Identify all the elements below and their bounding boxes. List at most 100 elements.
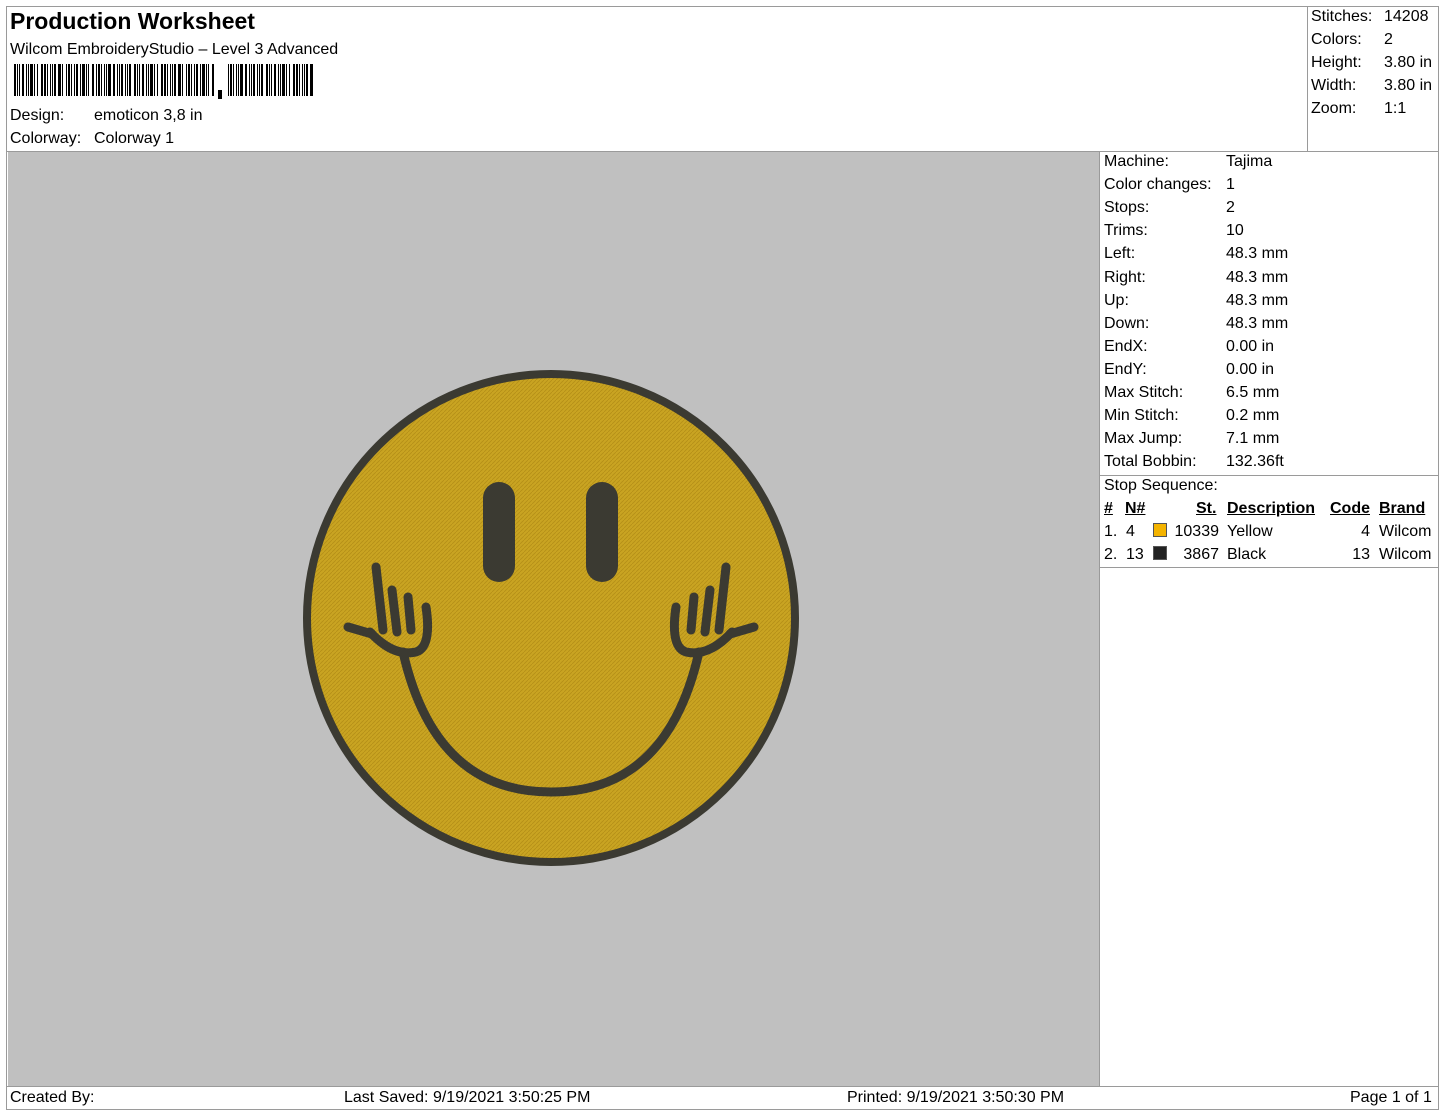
- stat-value: 3.80 in: [1384, 77, 1433, 94]
- stat-value: 1:1: [1384, 100, 1407, 117]
- stat-label: Colors:: [1311, 31, 1362, 48]
- created-by: Created By:: [10, 1089, 95, 1106]
- footer-divider: [6, 1086, 1439, 1087]
- stat-row: Height: 3.80 in: [1311, 54, 1432, 72]
- frame-top: [6, 6, 1439, 7]
- info-row: Down: 48.3 mm: [1104, 315, 1288, 333]
- col-header-code: Code: [1330, 500, 1370, 517]
- info-label: Min Stitch:: [1104, 407, 1179, 425]
- stat-row: Stitches: 14208: [1311, 8, 1429, 26]
- info-label: Down:: [1104, 314, 1150, 332]
- info-value: 10: [1226, 222, 1244, 240]
- stop-cell-st: 3867: [1183, 546, 1219, 563]
- stat-row: Zoom: 1:1: [1311, 100, 1406, 118]
- info-row: Max Stitch: 6.5 mm: [1104, 384, 1279, 402]
- info-value: 1: [1226, 176, 1235, 194]
- left-eye: [483, 482, 515, 582]
- colorway-value: Colorway 1: [94, 130, 175, 147]
- stop-cell-n: 4: [1126, 523, 1135, 540]
- colorway-row: Colorway: Colorway 1: [10, 130, 174, 148]
- frame-right: [1438, 6, 1439, 1110]
- col-header-num: #: [1104, 500, 1113, 517]
- stop-cell-brand: Wilcom: [1379, 523, 1432, 540]
- panel-divider: [1099, 151, 1100, 1087]
- info-value: 132.36ft: [1226, 453, 1284, 471]
- info-value: 6.5 mm: [1226, 384, 1280, 401]
- info-label: Right:: [1104, 268, 1146, 286]
- info-value: 2: [1226, 199, 1235, 217]
- info-row: Total Bobbin: 132.36ft: [1104, 453, 1284, 471]
- info-value: 7.1 mm: [1226, 430, 1280, 448]
- embroidery-design: [303, 370, 799, 866]
- info-value: 0.00 in: [1226, 360, 1275, 378]
- design-preview: [8, 152, 1099, 1086]
- stat-label: Zoom:: [1311, 100, 1357, 117]
- design-row: Design: emoticon 3,8 in: [10, 107, 203, 125]
- design-label: Design:: [10, 107, 65, 124]
- col-header-description: Description: [1227, 500, 1316, 517]
- last-saved: Last Saved: 9/19/2021 3:50:25 PM: [344, 1089, 591, 1106]
- info-label: Total Bobbin:: [1104, 453, 1197, 471]
- stat-label: Width:: [1311, 77, 1357, 94]
- stop-cell-code: 13: [1352, 546, 1370, 563]
- stop-cell-desc: Black: [1227, 546, 1267, 563]
- info-row: Right: 48.3 mm: [1104, 269, 1288, 287]
- stop-cell-desc: Yellow: [1227, 523, 1273, 540]
- info-row: Stops: 2: [1104, 199, 1235, 217]
- info-label: Machine:: [1104, 153, 1169, 170]
- table-divider: [1099, 567, 1439, 568]
- info-label: Max Jump:: [1104, 430, 1183, 448]
- barcode-icon: [14, 64, 313, 99]
- info-label: Up:: [1104, 291, 1129, 309]
- printed-date: Printed: 9/19/2021 3:50:30 PM: [847, 1089, 1065, 1106]
- stop-cell-brand: Wilcom: [1379, 546, 1432, 563]
- info-value: 48.3 mm: [1226, 268, 1289, 286]
- stat-value: 2: [1384, 31, 1393, 48]
- info-row: Machine: Tajima: [1104, 153, 1272, 171]
- info-row: Left: 48.3 mm: [1104, 245, 1288, 263]
- app-subtitle: Wilcom EmbroideryStudio – Level 3 Advanc…: [10, 41, 339, 58]
- stat-label: Stitches:: [1311, 8, 1373, 25]
- info-row: Max Jump: 7.1 mm: [1104, 430, 1279, 448]
- col-header-needle: N#: [1125, 500, 1146, 517]
- info-row: Color changes: 1: [1104, 176, 1235, 194]
- info-value: 0.00 in: [1226, 337, 1275, 355]
- stat-row: Colors: 2: [1311, 31, 1393, 49]
- stats-divider: [1307, 6, 1308, 152]
- stop-cell-n: 13: [1126, 546, 1144, 563]
- frame-left: [6, 6, 7, 1110]
- info-divider: [1099, 475, 1439, 476]
- color-swatch: [1153, 546, 1167, 560]
- info-row: Trims: 10: [1104, 222, 1244, 240]
- info-value: Tajima: [1226, 153, 1273, 170]
- page-title: Production Worksheet: [10, 8, 255, 34]
- color-swatch: [1153, 523, 1167, 537]
- info-value: 48.3 mm: [1226, 314, 1289, 332]
- info-label: Max Stitch:: [1104, 384, 1184, 401]
- info-label: Stops:: [1104, 199, 1150, 217]
- info-row: EndX: 0.00 in: [1104, 338, 1274, 356]
- right-eye: [586, 482, 618, 582]
- info-label: EndX:: [1104, 337, 1148, 355]
- info-label: EndY:: [1104, 360, 1147, 378]
- stop-cell-st: 10339: [1174, 523, 1220, 540]
- stop-sequence-title: Stop Sequence:: [1104, 477, 1218, 494]
- info-value: 0.2 mm: [1226, 407, 1280, 425]
- info-label: Trims:: [1104, 222, 1148, 240]
- info-label: Color changes:: [1104, 176, 1212, 194]
- stop-cell-num: 1.: [1104, 523, 1118, 540]
- info-row: Min Stitch: 0.2 mm: [1104, 407, 1279, 425]
- stat-row: Width: 3.80 in: [1311, 77, 1432, 95]
- info-value: 48.3 mm: [1226, 245, 1289, 263]
- page-number: Page 1 of 1: [1350, 1089, 1432, 1106]
- col-header-stitches: St.: [1196, 500, 1217, 517]
- info-row: Up: 48.3 mm: [1104, 292, 1288, 310]
- stop-cell-code: 4: [1361, 523, 1370, 540]
- info-value: 48.3 mm: [1226, 291, 1289, 309]
- stat-value: 14208: [1384, 8, 1429, 25]
- frame-bottom: [6, 1109, 1439, 1110]
- stat-value: 3.80 in: [1384, 54, 1433, 71]
- stop-cell-num: 2.: [1104, 546, 1118, 563]
- stat-label: Height:: [1311, 54, 1362, 71]
- colorway-label: Colorway:: [10, 130, 82, 147]
